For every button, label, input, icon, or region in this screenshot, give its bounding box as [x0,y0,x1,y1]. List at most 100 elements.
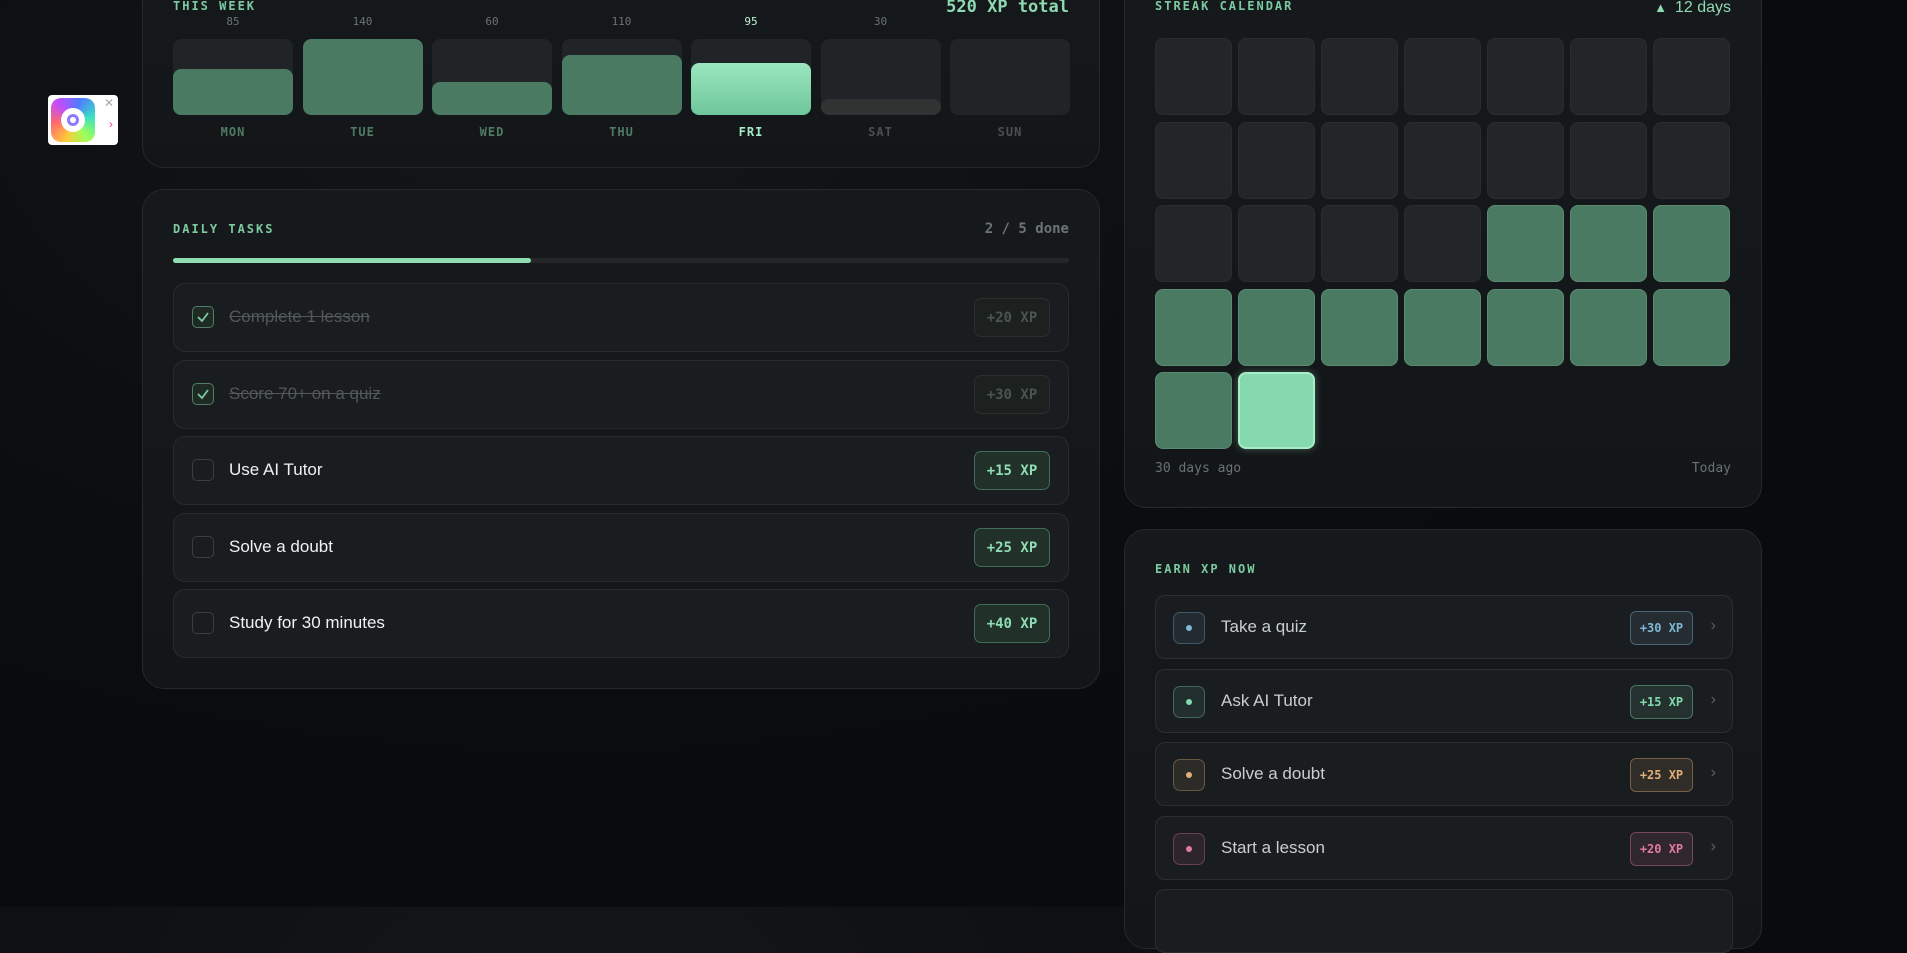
calendar-cell [1155,372,1232,449]
calendar-cell [1321,38,1398,115]
earn-xp-badge: +15 XP [1630,684,1693,719]
task-xp-badge: +20 XP [974,298,1050,337]
day-value: 30 [873,15,888,28]
calendar-cell [1321,288,1398,366]
chevron-right-icon: › [1710,690,1716,708]
task-row[interactable]: Study for 30 minutes +40 XP [173,589,1069,658]
task-label: Solve a doubt [229,536,333,556]
task-checkbox[interactable] [192,459,214,481]
earn-row[interactable] [1155,889,1733,953]
day-name: SUN [997,125,1023,139]
calendar-cell [1653,205,1730,282]
earn-xp-badge: +25 XP [1630,758,1693,792]
task-row[interactable]: Score 70+ on a quiz +30 XP [173,359,1069,429]
earn-row[interactable]: Take a quiz +30 XP › [1155,595,1733,659]
day-name: TUE [350,125,375,139]
day-name: SAT [868,125,893,139]
task-row[interactable]: Complete 1 lesson +20 XP [173,283,1069,352]
daily-tasks-card: DAILY TASKS 2 / 5 done Complete 1 lesson… [142,189,1100,689]
chevron-right-icon: › [1710,837,1716,855]
day-track [950,39,1070,115]
earn-label: EARN XP NOW [1155,562,1257,576]
day-value: 95 [744,15,758,28]
chevron-right-icon: › [1710,764,1716,781]
calendar-cell [1321,121,1398,199]
earn-label: Start a lesson [1221,837,1325,857]
calendar-cell [1155,38,1232,115]
calendar-cell [1155,288,1232,366]
task-label: Study for 30 minutes [229,613,385,632]
tasks-progress-bar [173,258,1069,263]
quiz-icon [1173,612,1205,644]
chevron-right-icon[interactable]: › [109,117,113,131]
day-name: MON [220,125,246,139]
day-track [691,39,811,115]
day-fill [432,82,552,115]
calendar-start-label: 30 days ago [1155,461,1242,476]
calendar-cell [1155,121,1232,199]
calendar-cell [1653,38,1730,115]
calendar-cell [1487,288,1564,366]
close-icon[interactable]: ✕ [104,96,114,110]
task-label: Score 70+ on a quiz [229,383,381,403]
calendar-cell [1404,121,1481,199]
day-name: FRI [738,125,764,139]
day-name: WED [479,125,505,139]
streak-days-text: 12 days [1674,0,1731,16]
calendar-cell [1238,121,1315,199]
task-row[interactable]: Use AI Tutor +15 XP [173,436,1069,505]
weekly-xp-card: THIS WEEK 520 XP total 85 MON 140 TUE 60 WED 1… [142,0,1100,168]
calendar-cell [1653,288,1730,366]
earn-xp-badge: +20 XP [1630,831,1693,866]
calendar-cell-today [1238,372,1315,449]
check-icon [197,388,209,399]
day-value: 110 [611,15,632,28]
earn-xp-badge: +30 XP [1630,611,1693,645]
day-value: 140 [352,15,373,28]
day-track [302,39,423,115]
task-checkbox[interactable] [192,535,214,558]
task-xp-badge: +25 XP [974,527,1050,567]
task-checkbox[interactable] [192,382,214,405]
calendar-cell [1238,288,1315,366]
calendar-cell [1653,121,1730,199]
check-icon [197,312,209,323]
earn-label: Solve a doubt [1221,764,1325,783]
earn-row[interactable]: Ask AI Tutor +15 XP › [1155,668,1733,733]
task-row[interactable]: Solve a doubt +25 XP [173,512,1069,582]
floating-app-widget[interactable]: ✕ › [48,95,118,145]
day-track [561,39,682,115]
calendar-cell [1570,38,1647,115]
task-checkbox[interactable] [192,306,214,328]
calendar-cell [1404,288,1481,366]
calendar-cell [1570,121,1647,199]
earn-label: Ask AI Tutor [1221,690,1313,710]
day-fill [302,39,423,115]
calendar-cell [1570,205,1647,282]
day-fill [691,63,811,115]
chevron-right-icon: › [1710,617,1716,634]
calendar-end-label: Today [1691,461,1731,476]
tutor-icon [1173,685,1205,718]
calendar-cell [1487,205,1564,282]
earn-row[interactable]: Solve a doubt +25 XP › [1155,742,1733,806]
tasks-label: DAILY TASKS [173,222,275,236]
doubt-icon [1173,759,1205,791]
day-name: THU [609,125,634,139]
streak-count: ▲ 12 days [1654,0,1731,17]
task-checkbox[interactable] [192,612,214,634]
task-xp-badge: +30 XP [974,374,1050,414]
task-xp-badge: +40 XP [974,604,1050,643]
calendar-cell [1238,205,1315,282]
flame-icon: ▲ [1654,0,1667,15]
task-xp-badge: +15 XP [974,451,1050,490]
earn-label: Take a quiz [1221,617,1307,636]
day-value: 85 [226,15,240,28]
task-label: Complete 1 lesson [229,307,370,326]
task-label: Use AI Tutor [229,460,323,479]
app-logo-icon[interactable] [51,98,95,142]
earn-xp-card: EARN XP NOW Take a quiz +30 XP › Ask AI Tut… [1124,529,1762,953]
day-fill [820,99,941,115]
earn-row[interactable]: Start a lesson +20 XP › [1155,815,1733,880]
day-track [820,39,941,115]
